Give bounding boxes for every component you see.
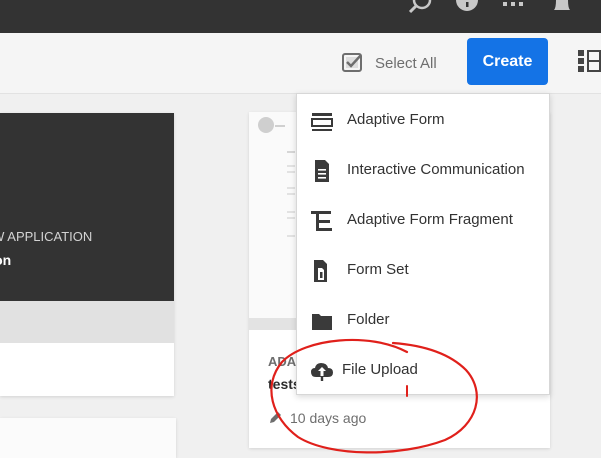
pencil-icon — [270, 412, 281, 423]
form-preview-lines — [275, 125, 295, 237]
select-all-label: Select All — [375, 54, 437, 72]
select-all-button[interactable]: Select All — [341, 52, 437, 74]
card-thumbnail — [0, 113, 174, 301]
menu-item-label: Adaptive Form Fragment — [347, 210, 513, 228]
asset-card-below[interactable] — [0, 418, 176, 458]
menu-item-file-upload[interactable]: File Upload — [297, 346, 549, 392]
search-icon[interactable] — [405, 0, 433, 14]
card-thumbnail-footer — [249, 318, 297, 330]
notifications-icon[interactable] — [551, 0, 573, 14]
adaptive-form-fragment-icon — [311, 211, 332, 231]
menu-item-interactive-communication[interactable]: Interactive Communication — [297, 146, 549, 192]
menu-item-label: Interactive Communication — [347, 160, 525, 178]
card-type-label: ADA — [268, 354, 297, 369]
menu-item-label: Form Set — [347, 260, 409, 278]
create-menu: Adaptive Form Interactive Communication … — [296, 93, 550, 395]
help-icon[interactable] — [456, 0, 478, 14]
menu-item-form-set[interactable]: Form Set — [297, 246, 549, 292]
menu-item-adaptive-form-fragment[interactable]: Adaptive Form Fragment — [297, 196, 549, 242]
card-thumbnail-footer — [0, 301, 174, 343]
card-type-label: OW APPLICATION — [0, 229, 93, 244]
card-modified: 10 days ago — [268, 410, 366, 426]
asset-card-left[interactable]: OW APPLICATION cation — [0, 113, 174, 396]
global-header — [0, 0, 601, 33]
card-thumbnail — [249, 112, 297, 330]
form-set-icon — [314, 260, 327, 282]
menu-item-label: File Upload — [342, 360, 418, 378]
select-all-icon — [342, 53, 362, 72]
action-bar: Select All Create — [0, 33, 601, 94]
apps-icon[interactable] — [502, 0, 524, 14]
create-button[interactable]: Create — [467, 38, 548, 85]
view-switcher-icon[interactable] — [578, 50, 601, 72]
interactive-communication-icon — [315, 160, 329, 182]
menu-item-label: Folder — [347, 310, 390, 328]
folder-icon — [312, 314, 332, 330]
menu-item-folder[interactable]: Folder — [297, 296, 549, 342]
cloud-upload-icon — [311, 363, 333, 381]
menu-item-label: Adaptive Form — [347, 110, 445, 128]
card-title: cation — [0, 252, 12, 268]
menu-item-adaptive-form[interactable]: Adaptive Form — [297, 96, 549, 142]
card-modified-label: 10 days ago — [290, 410, 367, 426]
adaptive-form-icon — [311, 113, 333, 131]
